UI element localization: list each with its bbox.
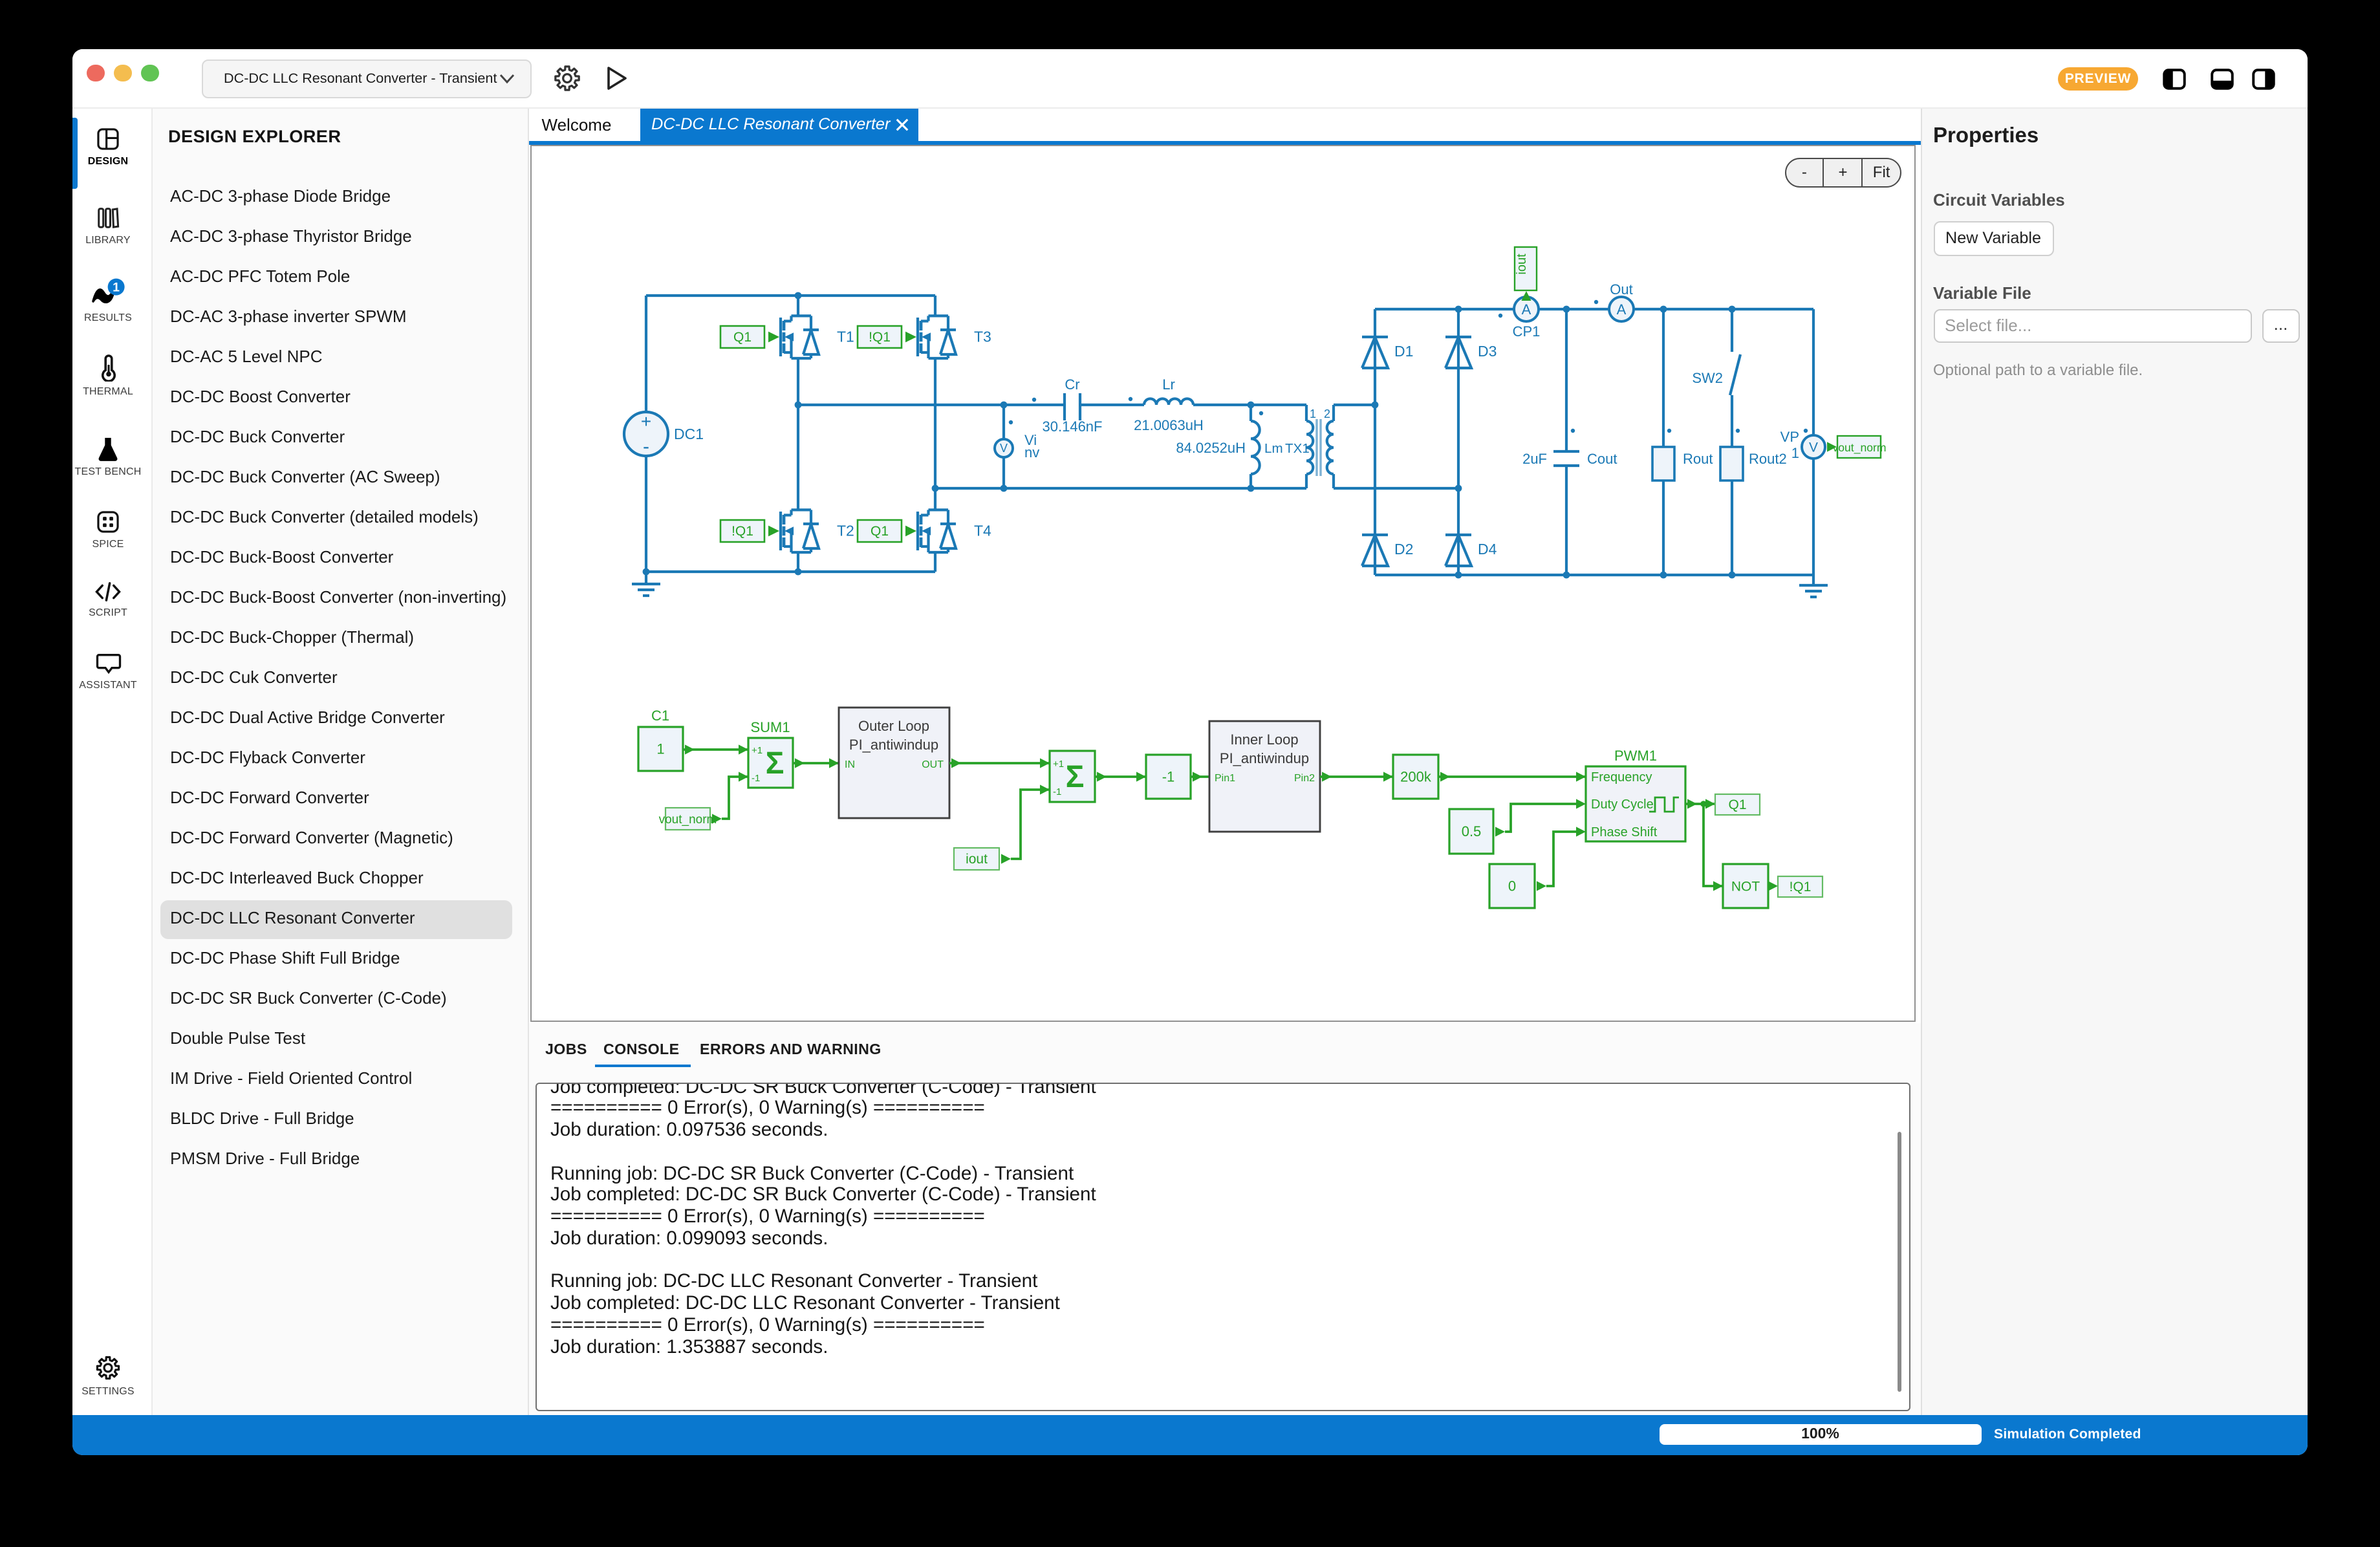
svg-text:Q1: Q1 — [1727, 797, 1746, 812]
svg-text:vout_norm: vout_norm — [658, 812, 717, 826]
svg-text:DC1: DC1 — [673, 425, 703, 442]
svg-text:Cout: Cout — [1586, 450, 1616, 466]
svg-text:1: 1 — [1791, 444, 1799, 460]
svg-text:Pin1: Pin1 — [1214, 772, 1235, 783]
svg-text:D3: D3 — [1477, 342, 1496, 359]
svg-text:Frequency: Frequency — [1590, 770, 1652, 784]
svg-text:Σ: Σ — [765, 746, 784, 780]
svg-text:SUM1: SUM1 — [750, 719, 789, 735]
svg-text:-1: -1 — [1162, 768, 1174, 784]
svg-text:D2: D2 — [1394, 540, 1412, 557]
svg-text:+1: +1 — [1052, 758, 1063, 769]
svg-text:iout: iout — [965, 851, 987, 866]
svg-text:vout_norm: vout_norm — [1832, 440, 1885, 454]
svg-text:PI_antiwindup: PI_antiwindup — [1219, 750, 1308, 766]
svg-text:Rout2: Rout2 — [1748, 450, 1786, 466]
svg-text:!Q1: !Q1 — [868, 329, 890, 344]
svg-text:D4: D4 — [1477, 540, 1497, 557]
svg-text:Q1: Q1 — [870, 523, 888, 538]
svg-text:CP1: CP1 — [1512, 323, 1540, 339]
svg-text:A: A — [1521, 301, 1531, 317]
svg-text:+: + — [640, 411, 651, 431]
svg-text:T2: T2 — [836, 522, 854, 539]
svg-text:IN: IN — [844, 759, 854, 770]
svg-text:Cr: Cr — [1064, 376, 1079, 392]
svg-text:T1: T1 — [836, 328, 854, 345]
svg-text:2: 2 — [1323, 407, 1330, 420]
svg-text:OUT: OUT — [921, 759, 943, 770]
svg-text:VP: VP — [1780, 428, 1799, 444]
svg-text:1: 1 — [113, 280, 120, 294]
svg-text:!Q1: !Q1 — [731, 523, 753, 538]
svg-text:T4: T4 — [973, 522, 991, 539]
svg-text:Σ: Σ — [1065, 759, 1084, 794]
svg-text:2uF: 2uF — [1522, 450, 1546, 466]
svg-text:Lr: Lr — [1162, 376, 1174, 392]
svg-text:1: 1 — [656, 741, 664, 757]
svg-text:T3: T3 — [973, 328, 991, 345]
svg-text:A: A — [1616, 301, 1626, 317]
svg-text:V: V — [999, 441, 1007, 454]
svg-text:84.0252uH: 84.0252uH — [1175, 439, 1245, 455]
svg-text:Lm: Lm — [1264, 440, 1282, 455]
svg-text:V: V — [1808, 440, 1817, 455]
svg-text:0.5: 0.5 — [1461, 823, 1481, 839]
svg-text:1: 1 — [1309, 407, 1315, 420]
svg-text:Inner Loop: Inner Loop — [1229, 731, 1297, 747]
svg-text:0: 0 — [1508, 878, 1515, 894]
svg-text:Pin2: Pin2 — [1293, 772, 1314, 783]
svg-text:!Q1: !Q1 — [1789, 879, 1811, 894]
svg-text:Out: Out — [1609, 281, 1632, 297]
svg-text:21.0063uH: 21.0063uH — [1133, 416, 1203, 433]
svg-text:C1: C1 — [651, 707, 669, 723]
svg-text:Outer Loop: Outer Loop — [858, 717, 929, 733]
svg-text:-1: -1 — [1052, 786, 1061, 797]
svg-text:-1: -1 — [751, 772, 759, 783]
svg-text:NOT: NOT — [1731, 879, 1760, 894]
svg-text:Duty Cycle: Duty Cycle — [1590, 797, 1653, 811]
svg-text:+1: +1 — [751, 744, 762, 755]
svg-text:PI_antiwindup: PI_antiwindup — [849, 736, 938, 752]
svg-text:-: - — [642, 435, 649, 457]
svg-text:TX1: TX1 — [1284, 440, 1309, 455]
svg-text:SW2: SW2 — [1691, 369, 1722, 385]
svg-text:Rout: Rout — [1682, 450, 1712, 466]
svg-text:200k: 200k — [1400, 768, 1431, 784]
svg-text:Q1: Q1 — [733, 329, 751, 344]
svg-text:PWM1: PWM1 — [1614, 747, 1656, 763]
svg-text:D1: D1 — [1394, 342, 1412, 359]
svg-text:Phase Shift: Phase Shift — [1590, 825, 1657, 839]
svg-text:iout: iout — [1514, 253, 1528, 274]
svg-text:nv: nv — [1024, 444, 1039, 460]
svg-text:30.146nF: 30.146nF — [1042, 418, 1102, 434]
